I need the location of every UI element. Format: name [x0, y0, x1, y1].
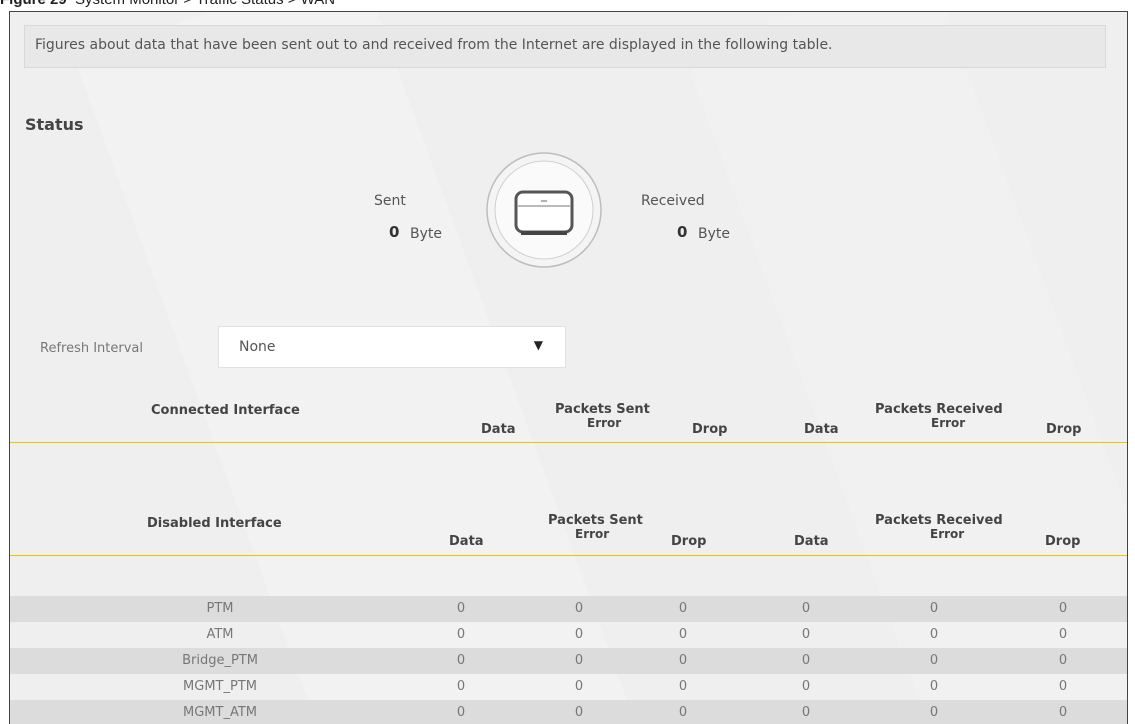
interface-name: Bridge_PTM: [182, 653, 258, 668]
table-row: Bridge_PTM 0 0 0 0 0 0: [10, 648, 1127, 674]
col-received-drop: Drop: [1045, 534, 1081, 549]
info-text: Figures about data that have been sent o…: [35, 37, 833, 53]
received-label: Received: [641, 193, 705, 209]
disabled-header-divider: [10, 555, 1127, 556]
sent-data-cell: 0: [456, 705, 466, 720]
sent-data-cell: 0: [456, 653, 466, 668]
col-received-data: Data: [794, 534, 829, 549]
figure-caption: Figure 29 System Monitor > Traffic Statu…: [0, 0, 335, 11]
received-drop-cell: 0: [1058, 653, 1068, 668]
sent-drop-cell: 0: [678, 653, 688, 668]
interface-name: PTM: [206, 601, 234, 616]
col-received-drop: Drop: [1046, 422, 1082, 437]
col-received-data: Data: [804, 422, 839, 437]
col-sent-error: Error: [587, 416, 622, 430]
col-sent-error: Error: [575, 527, 610, 541]
col-sent-drop: Drop: [671, 534, 707, 549]
connected-interface-heading: Connected Interface: [151, 403, 300, 418]
col-received-error: Error: [930, 527, 965, 541]
received-unit: Byte: [698, 226, 730, 242]
sent-value: 0: [389, 223, 400, 241]
connected-header-divider: [10, 442, 1127, 443]
packets-received-heading: Packets Received: [875, 513, 1003, 528]
received-drop-cell: 0: [1058, 705, 1068, 720]
sent-label: Sent: [374, 193, 406, 209]
status-title: Status: [25, 115, 84, 134]
received-data-cell: 0: [801, 627, 811, 642]
refresh-interval-select[interactable]: None ▼: [218, 326, 566, 368]
sent-drop-cell: 0: [678, 705, 688, 720]
triangle-down-icon: ▼: [533, 338, 543, 352]
table-row: MGMT_ATM 0 0 0 0 0 0: [10, 700, 1127, 724]
sent-drop-cell: 0: [678, 627, 688, 642]
sent-error-cell: 0: [574, 627, 584, 642]
received-drop-cell: 0: [1058, 601, 1068, 616]
received-error-cell: 0: [929, 601, 939, 616]
refresh-interval-label: Refresh Interval: [40, 341, 144, 356]
sent-error-cell: 0: [574, 653, 584, 668]
sent-error-cell: 0: [574, 679, 584, 694]
sent-data-cell: 0: [456, 679, 466, 694]
received-error-cell: 0: [929, 705, 939, 720]
interface-name: ATM: [206, 627, 234, 642]
router-device-icon: [486, 152, 602, 268]
col-sent-data: Data: [449, 534, 484, 549]
disabled-table-header: Disabled Interface Packets Sent Packets …: [10, 510, 1127, 556]
interface-name: MGMT_PTM: [183, 679, 257, 694]
received-drop-cell: 0: [1058, 679, 1068, 694]
received-value: 0: [677, 223, 688, 241]
received-data-cell: 0: [801, 601, 811, 616]
col-received-error: Error: [931, 416, 966, 430]
wan-traffic-panel: Figures about data that have been sent o…: [9, 11, 1128, 724]
received-data-cell: 0: [801, 705, 811, 720]
col-sent-drop: Drop: [692, 422, 728, 437]
interface-name: MGMT_ATM: [183, 705, 257, 720]
sent-data-cell: 0: [456, 627, 466, 642]
sent-error-cell: 0: [574, 601, 584, 616]
packets-sent-heading: Packets Sent: [555, 402, 650, 417]
sent-unit: Byte: [410, 226, 442, 242]
sent-drop-cell: 0: [678, 679, 688, 694]
sent-error-cell: 0: [574, 705, 584, 720]
received-error-cell: 0: [929, 627, 939, 642]
sent-drop-cell: 0: [678, 601, 688, 616]
col-sent-data: Data: [481, 422, 516, 437]
received-error-cell: 0: [929, 679, 939, 694]
figure-title: System Monitor > Traffic Status > WAN: [75, 0, 335, 8]
table-row: PTM 0 0 0 0 0 0: [10, 596, 1127, 622]
table-row: ATM 0 0 0 0 0 0: [10, 622, 1127, 648]
connected-table-header: Connected Interface Packets Sent Packets…: [10, 397, 1127, 443]
packets-received-heading: Packets Received: [875, 402, 1003, 417]
received-drop-cell: 0: [1058, 627, 1068, 642]
received-data-cell: 0: [801, 653, 811, 668]
refresh-interval-value: None: [239, 339, 276, 355]
received-error-cell: 0: [929, 653, 939, 668]
sent-data-cell: 0: [456, 601, 466, 616]
table-row: MGMT_PTM 0 0 0 0 0 0: [10, 674, 1127, 700]
disabled-interface-rows: PTM 0 0 0 0 0 0 ATM 0 0 0 0 0 0 Bridge_P…: [10, 596, 1127, 724]
packets-sent-heading: Packets Sent: [548, 513, 643, 528]
info-box: Figures about data that have been sent o…: [24, 25, 1106, 68]
disabled-interface-heading: Disabled Interface: [147, 516, 282, 531]
figure-number: Figure 29: [0, 0, 67, 8]
received-data-cell: 0: [801, 679, 811, 694]
